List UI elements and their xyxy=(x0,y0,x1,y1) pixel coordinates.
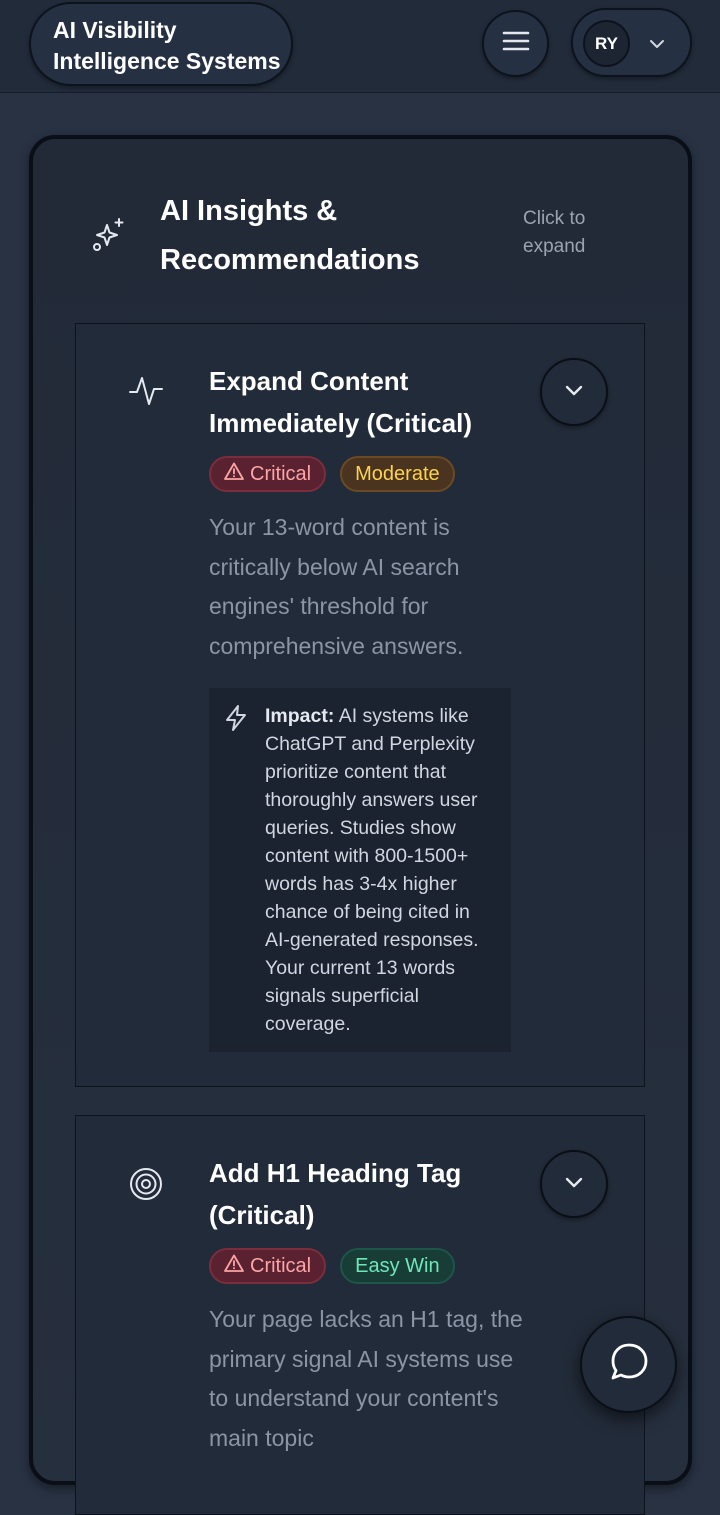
critical-badge: Critical xyxy=(209,456,327,492)
chat-bubble-icon xyxy=(608,1341,650,1388)
moderate-badge: Moderate xyxy=(340,456,455,492)
warning-triangle-icon xyxy=(224,462,244,486)
easy-win-badge: Easy Win xyxy=(340,1248,455,1284)
badge-group: Critical Easy Win xyxy=(209,1248,455,1284)
chevron-down-icon xyxy=(647,34,667,59)
recommendation-card: Add H1 Heading Tag (Critical) Critical E… xyxy=(75,1115,645,1515)
badge-label: Critical xyxy=(250,1254,312,1277)
activity-icon xyxy=(128,372,164,413)
panel-title: AI Insights & Recommendations xyxy=(160,195,420,276)
expand-recommendation-button[interactable] xyxy=(540,1150,608,1218)
target-icon xyxy=(128,1166,164,1207)
badge-label: Easy Win xyxy=(355,1254,440,1277)
top-bar: AI Visibility Intelligence Systems RY xyxy=(0,0,720,93)
recommendation-title: Expand Content Immediately (Critical) xyxy=(209,366,472,438)
user-menu-button[interactable]: RY xyxy=(571,8,692,77)
impact-label: Impact: xyxy=(265,705,335,727)
lightning-icon xyxy=(223,704,249,740)
expand-toggle[interactable]: Click to expand xyxy=(523,205,623,261)
critical-badge: Critical xyxy=(209,1248,327,1284)
chat-button[interactable] xyxy=(580,1316,677,1413)
recommendation-title: Add H1 Heading Tag (Critical) xyxy=(209,1158,462,1230)
ai-insights-panel: AI Insights & Recommendations Click to e… xyxy=(29,135,692,1515)
chevron-down-icon xyxy=(562,378,586,407)
recommendation-card: Expand Content Immediately (Critical) Cr… xyxy=(75,323,645,1087)
recommendation-description: Your page lacks an H1 tag, the primary s… xyxy=(209,1306,523,1451)
avatar: RY xyxy=(583,20,630,67)
impact-box: Impact: AI systems like ChatGPT and Perp… xyxy=(209,688,511,1052)
hamburger-icon xyxy=(502,30,530,57)
expand-recommendation-button[interactable] xyxy=(540,358,608,426)
impact-text: AI systems like ChatGPT and Perplexity p… xyxy=(265,705,479,1035)
sparkles-icon xyxy=(91,217,127,258)
badge-group: Critical Moderate xyxy=(209,456,455,492)
recommendation-description: Your 13-word content is critically below… xyxy=(209,514,464,659)
brand-logo[interactable]: AI Visibility Intelligence Systems xyxy=(29,2,293,86)
badge-label: Moderate xyxy=(355,462,440,485)
chevron-down-icon xyxy=(562,1170,586,1199)
badge-label: Critical xyxy=(250,462,312,485)
warning-triangle-icon xyxy=(224,1254,244,1278)
menu-button[interactable] xyxy=(482,10,549,77)
